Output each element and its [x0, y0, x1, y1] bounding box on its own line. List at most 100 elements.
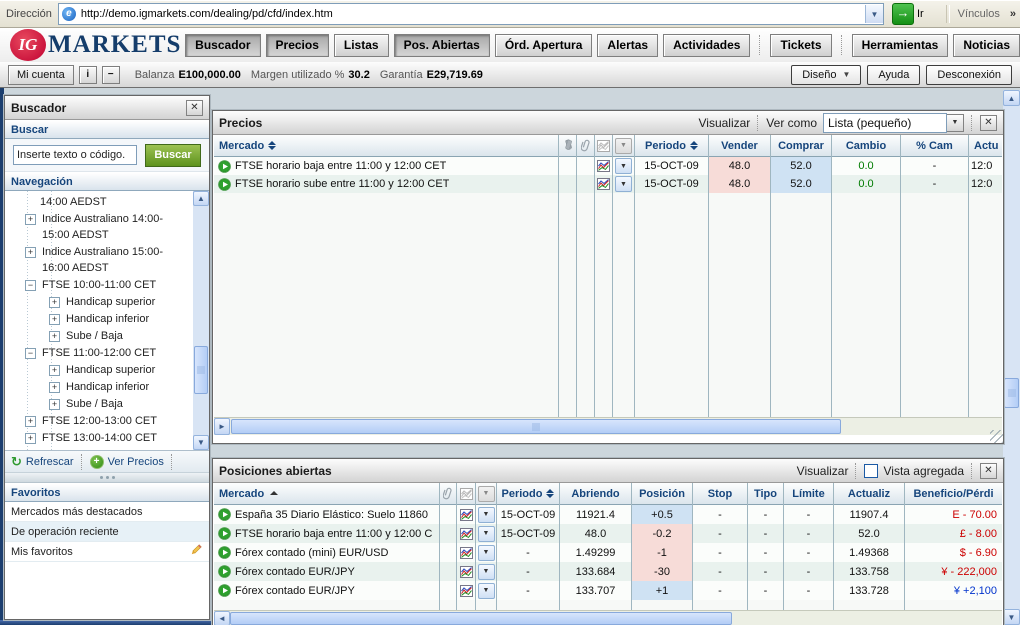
column-header-beneficio[interactable]: Beneficio/Pérdi — [905, 483, 1002, 505]
expand-icon[interactable]: + — [49, 399, 60, 410]
expand-icon[interactable]: + — [49, 314, 60, 325]
collapse-button[interactable]: − — [102, 66, 120, 84]
cell-deal[interactable] — [559, 175, 576, 193]
favorites-item-label[interactable]: De operación reciente — [11, 526, 119, 538]
cell-clip[interactable] — [577, 175, 594, 193]
go-button[interactable]: → — [892, 3, 914, 25]
cell-abriendo[interactable]: 11921.4 — [560, 505, 631, 524]
pencil-icon[interactable] — [189, 543, 203, 557]
cell-limite[interactable]: - — [784, 543, 833, 562]
cell-limite[interactable]: - — [784, 581, 833, 600]
tree-item-label[interactable]: 14:00 AEDST — [40, 194, 107, 210]
cell-abriendo[interactable]: 133.707 — [560, 581, 631, 600]
cell-posicion[interactable]: -30 — [632, 562, 692, 581]
cell-stop[interactable]: - — [693, 581, 747, 600]
column-header-limite[interactable]: Límite — [784, 483, 833, 505]
chart-icon[interactable] — [460, 488, 473, 500]
row-menu-button[interactable]: ▼ — [478, 564, 495, 580]
scrollbar-thumb[interactable] — [231, 419, 841, 434]
cell-chart[interactable] — [457, 524, 475, 543]
panel-splitter[interactable] — [5, 473, 209, 483]
cell-limite[interactable]: - — [784, 505, 833, 524]
cell-periodo[interactable]: - — [497, 581, 559, 600]
vista-agregada-checkbox[interactable] — [864, 464, 878, 478]
cell-stop[interactable]: - — [693, 505, 747, 524]
scroll-down-icon[interactable]: ▼ — [1003, 609, 1020, 625]
resize-grip[interactable] — [990, 430, 1003, 443]
tree-scrollbar[interactable]: ▲ ▼ — [193, 191, 209, 450]
column-header-stop[interactable]: Stop — [693, 483, 747, 505]
column-header-tipo[interactable]: Tipo — [748, 483, 783, 505]
cell-pct[interactable]: - — [901, 175, 968, 193]
tree-item-label[interactable]: Indice Australiano 15:00-16:00 AEDST — [42, 244, 183, 276]
view-mode-select[interactable]: Lista (pequeño) ▼ — [823, 113, 964, 133]
column-header-actualiz[interactable]: Actualiz — [834, 483, 904, 505]
row-menu-button[interactable]: ▼ — [478, 583, 495, 599]
cell-clip[interactable] — [440, 543, 456, 562]
nav-button-noticias[interactable]: Noticias — [953, 34, 1020, 57]
cell-posicion[interactable]: +0.5 — [632, 505, 692, 524]
cell-beneficio[interactable]: $ - 6.90 — [905, 543, 1002, 562]
cell-actu[interactable]: 12:0 — [969, 157, 1002, 175]
expand-icon[interactable]: + — [49, 331, 60, 342]
address-dropdown-icon[interactable]: ▼ — [865, 5, 883, 23]
tree-item-label[interactable]: Handicap inferior — [66, 311, 149, 327]
favorites-item-label[interactable]: Mis favoritos — [11, 546, 73, 558]
expand-icon[interactable]: + — [25, 247, 36, 258]
column-header-dd[interactable]: ▼ — [613, 135, 634, 157]
cell-periodo[interactable]: 15-OCT-09 — [497, 524, 559, 543]
cell-clip[interactable] — [440, 524, 456, 543]
column-header-chart[interactable] — [457, 483, 475, 505]
column-header-vender[interactable]: Vender — [709, 135, 770, 157]
tree-item-label[interactable]: FTSE 13:00-14:00 CET — [42, 430, 157, 446]
expand-icon[interactable]: + — [49, 382, 60, 393]
play-icon[interactable] — [218, 508, 231, 521]
chevron-down-icon[interactable]: ▼ — [947, 114, 964, 132]
close-icon[interactable]: ✕ — [980, 115, 997, 131]
cell-beneficio[interactable]: ¥ +2,100 — [905, 581, 1002, 600]
scroll-up-icon[interactable]: ▲ — [193, 191, 209, 206]
cell-chart[interactable] — [457, 505, 475, 524]
precios-horizontal-scrollbar[interactable]: ◄ ► — [214, 417, 1002, 435]
column-header-deal[interactable] — [559, 135, 576, 157]
edit-favorites[interactable] — [189, 543, 203, 560]
cell-dd[interactable]: ▼ — [613, 157, 634, 175]
cell-posicion[interactable]: -0.2 — [632, 524, 692, 543]
posiciones-horizontal-scrollbar[interactable]: ◄ — [214, 610, 1002, 625]
address-url[interactable]: http://demo.igmarkets.com/dealing/pd/cfd… — [81, 8, 865, 20]
cell-posicion[interactable]: +1 — [632, 581, 692, 600]
tree-item[interactable]: −FTSE 10:00-11:00 CET — [5, 276, 183, 293]
browser-vertical-scrollbar[interactable]: ▲ ▼ — [1003, 90, 1020, 625]
row-menu-button[interactable]: ▼ — [615, 176, 632, 192]
cell-cambio[interactable]: 0.0 — [832, 157, 900, 175]
links-label[interactable]: Vínculos — [958, 8, 1000, 20]
favorites-item[interactable]: De operación reciente — [5, 522, 209, 542]
mi-cuenta-button[interactable]: Mi cuenta — [8, 65, 74, 85]
cell-dd[interactable]: ▼ — [476, 543, 496, 562]
cell-actualiz[interactable]: 133.758 — [834, 562, 904, 581]
chart-icon[interactable] — [460, 528, 473, 540]
ver-precios-link[interactable]: Ver Precios — [108, 456, 164, 468]
cell-tipo[interactable]: - — [748, 562, 783, 581]
row-menu-button[interactable]: ▼ — [478, 507, 495, 523]
column-header-actu[interactable]: Actu — [969, 135, 1002, 157]
cell-mercado[interactable]: Fórex contado EUR/JPY — [214, 562, 439, 581]
tree-item[interactable]: +Sube / Baja — [5, 395, 183, 412]
cell-posicion[interactable]: -1 — [632, 543, 692, 562]
cell-tipo[interactable]: - — [748, 524, 783, 543]
cell-deal[interactable] — [559, 157, 576, 175]
expand-icon[interactable]: + — [25, 214, 36, 225]
cell-limite[interactable]: - — [784, 562, 833, 581]
nav-button-buscador[interactable]: Buscador — [185, 34, 260, 57]
cell-mercado[interactable]: Fórex contado EUR/JPY — [214, 581, 439, 600]
expand-icon[interactable]: + — [25, 433, 36, 444]
column-header-comprar[interactable]: Comprar — [771, 135, 831, 157]
scroll-down-icon[interactable]: ▼ — [193, 435, 209, 450]
tree-item[interactable]: + Indice Australiano 15:00-16:00 AEDST — [5, 243, 183, 276]
expand-icon[interactable]: + — [49, 365, 60, 376]
cell-mercado[interactable]: FTSE horario baja entre 11:00 y 12:00 CE… — [214, 157, 558, 175]
cell-actu[interactable]: 12:0 — [969, 175, 1002, 193]
column-header-cambio[interactable]: Cambio — [832, 135, 900, 157]
tree-item-label[interactable]: Handicap superior — [66, 362, 155, 378]
collapse-icon[interactable]: − — [25, 348, 36, 359]
